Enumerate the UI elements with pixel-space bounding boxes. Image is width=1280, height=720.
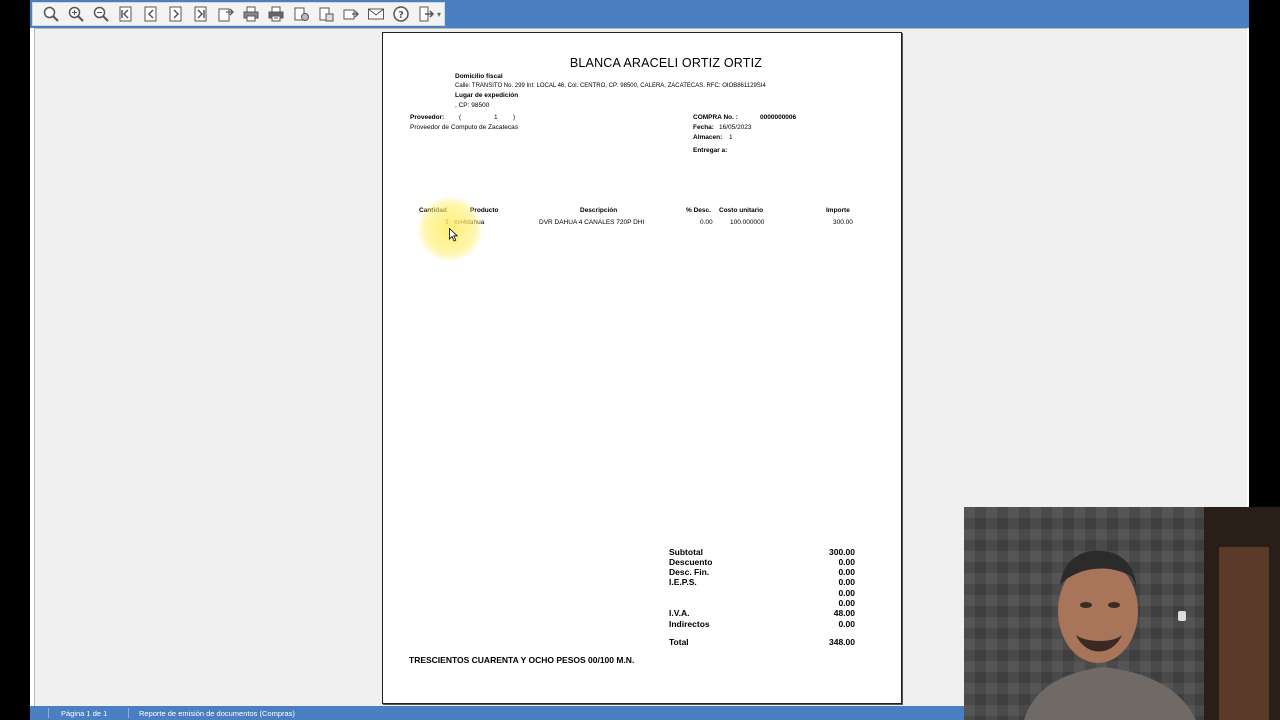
discount-value: 0.00 bbox=[838, 557, 855, 567]
warehouse-label: Almacen: bbox=[693, 134, 723, 141]
deliver-label: Entregar a: bbox=[693, 147, 728, 154]
column-amount: Importe bbox=[826, 207, 850, 214]
last-page-icon[interactable] bbox=[191, 4, 211, 24]
subtotal-label: Subtotal bbox=[669, 547, 703, 557]
next-page-icon[interactable] bbox=[166, 4, 186, 24]
email-export-icon[interactable] bbox=[341, 4, 361, 24]
document-page: BLANCA ARACELI ORTIZ ORTIZ Domicilio fis… bbox=[382, 32, 902, 704]
ieps-label: I.E.P.S. bbox=[669, 577, 697, 587]
supplier-name: Proveedor de Computo de Zacatecas bbox=[410, 124, 519, 131]
total-value: 348.00 bbox=[829, 637, 855, 647]
print-setup-icon[interactable] bbox=[266, 4, 286, 24]
indirect-value: 0.00 bbox=[838, 619, 855, 629]
zoom-page-icon[interactable] bbox=[41, 4, 61, 24]
fiscal-label: Domicilio fiscal bbox=[455, 73, 503, 80]
total-label: Total bbox=[669, 637, 689, 647]
status-page: Página 1 de 1 bbox=[61, 709, 108, 718]
issue-value: , CP: 98500 bbox=[455, 102, 490, 109]
subtotal-value: 300.00 bbox=[829, 547, 855, 557]
ieps-value: 0.00 bbox=[838, 577, 855, 587]
supplier-open: ( bbox=[459, 114, 462, 121]
mouse-pointer-icon bbox=[449, 228, 459, 242]
mail-icon[interactable] bbox=[366, 4, 386, 24]
help-icon[interactable]: ? bbox=[391, 4, 411, 24]
print-icon[interactable] bbox=[241, 4, 261, 24]
svg-text:?: ? bbox=[398, 10, 404, 21]
amount-in-words: TRESCIENTOS CUARENTA Y OCHO PESOS 00/100… bbox=[409, 655, 635, 665]
toolbar-buttons: ? ▾ bbox=[32, 2, 445, 26]
fin-discount-label: Desc. Fin. bbox=[669, 567, 710, 577]
fiscal-address: Calle: TRANSITO No. 299 Int: LOCAL 46, C… bbox=[455, 83, 766, 89]
export-icon[interactable] bbox=[216, 4, 236, 24]
column-unit-cost: Costo unitario bbox=[719, 207, 764, 214]
toolbar-overflow-icon[interactable]: ▾ bbox=[437, 10, 441, 19]
warehouse-value: 1 bbox=[729, 134, 733, 141]
iva-label: I.V.A. bbox=[669, 608, 690, 618]
purchase-number: 0000000006 bbox=[760, 114, 797, 121]
row-amount: 300.00 bbox=[833, 219, 853, 226]
row-discount: 0.00 bbox=[700, 219, 713, 226]
first-page-icon[interactable] bbox=[116, 4, 136, 24]
supplier-close: ) bbox=[513, 114, 516, 121]
status-divider bbox=[128, 708, 129, 718]
send-icon[interactable] bbox=[291, 4, 311, 24]
row-unit-cost: 100.000000 bbox=[730, 219, 765, 226]
status-divider bbox=[48, 708, 49, 718]
indirect-label: Indirectos bbox=[669, 619, 710, 629]
purchase-label: COMPRA No. : bbox=[693, 114, 738, 121]
iva-value: 48.00 bbox=[833, 608, 855, 618]
column-discount: % Desc. bbox=[686, 207, 711, 214]
supplier-id: 1 bbox=[494, 114, 498, 121]
date-value: 16/05/2023 bbox=[719, 124, 752, 131]
exit-icon[interactable] bbox=[416, 4, 436, 24]
presenter-video-image bbox=[964, 507, 1280, 720]
status-report: Reporte de emisión de documentos (Compra… bbox=[139, 709, 295, 718]
discount-label: Descuento bbox=[669, 557, 713, 567]
previous-page-icon[interactable] bbox=[141, 4, 161, 24]
extra-tax-value: 0.00 bbox=[838, 588, 855, 598]
extra-tax-value: 0.00 bbox=[838, 598, 855, 608]
zoom-in-icon[interactable] bbox=[66, 4, 86, 24]
zoom-out-icon[interactable] bbox=[91, 4, 111, 24]
column-description: Descripción bbox=[580, 207, 618, 214]
save-icon[interactable] bbox=[316, 4, 336, 24]
company-name: BLANCA ARACELI ORTIZ ORTIZ bbox=[569, 56, 763, 70]
row-description: DVR DAHUA 4 CANALES 720P DHI bbox=[539, 219, 645, 226]
webcam-overlay bbox=[964, 507, 1280, 720]
toolbar: ? ▾ bbox=[30, 0, 1249, 28]
supplier-label: Proveedor: bbox=[410, 114, 445, 121]
fin-discount-value: 0.00 bbox=[838, 567, 855, 577]
date-label: Fecha: bbox=[693, 124, 714, 131]
issue-label: Lugar de expedición bbox=[455, 92, 519, 99]
